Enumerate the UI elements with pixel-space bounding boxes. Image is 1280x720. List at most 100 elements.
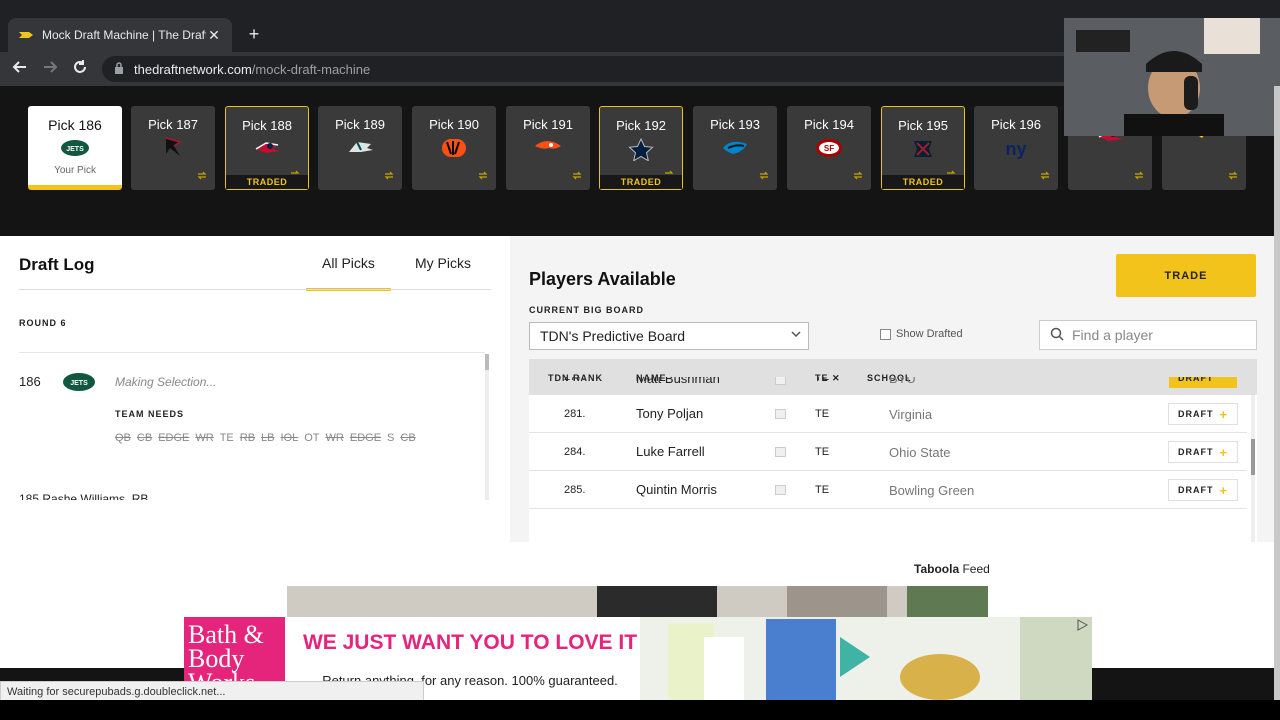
players-scrollbar[interactable] — [1251, 395, 1255, 542]
browser-status-bar: Waiting for securepubads.g.doubleclick.n… — [0, 681, 424, 701]
pick-number: 186 — [19, 374, 41, 389]
cowboys-logo-icon — [626, 137, 656, 162]
trade-swap-icon[interactable] — [1228, 171, 1238, 182]
trade-swap-icon[interactable] — [853, 171, 863, 182]
trade-swap-icon[interactable] — [572, 171, 582, 182]
pick-card[interactable]: Pick 196 ny — [974, 106, 1058, 190]
tab-my-picks[interactable]: My Picks — [415, 255, 471, 271]
team-need-chip: EDGE — [349, 432, 382, 444]
page-scrollbar[interactable] — [1274, 86, 1280, 700]
pick-card[interactable]: Pick 189 — [318, 106, 402, 190]
trade-swap-icon[interactable] — [197, 171, 207, 182]
pick-label: Pick 188 — [242, 118, 292, 133]
draft-label: DRAFT — [1177, 447, 1214, 457]
trade-swap-icon[interactable] — [759, 171, 769, 182]
team-need-chip: IOL — [280, 432, 299, 444]
search-placeholder: Find a player — [1072, 327, 1153, 343]
team-need-chip: WR — [325, 432, 344, 444]
pick-card[interactable]: Pick 192 TRADED — [599, 106, 683, 190]
pick-card[interactable]: Pick 191 — [506, 106, 590, 190]
team-need-chip: CB — [400, 432, 416, 444]
49ers-logo-icon: SF — [814, 136, 844, 160]
trade-swap-icon[interactable] — [1134, 171, 1144, 182]
adchoices-icon[interactable] — [1076, 619, 1089, 634]
pick-label: Pick 189 — [335, 117, 385, 132]
pick-label: Pick 186 — [48, 117, 102, 133]
new-tab-button[interactable]: + — [244, 24, 264, 44]
close-tab-icon[interactable]: ✕ — [206, 27, 222, 44]
chevron-down-icon — [790, 328, 802, 343]
forward-icon[interactable] — [40, 59, 60, 79]
ad-headline: WE JUST WANT YOU TO LOVE IT — [302, 631, 638, 654]
team-needs-list: QB CB EDGE WR TE RB LB IOL OT WR EDGE S CB — [115, 432, 487, 444]
address-bar[interactable]: thedraftnetwork.com/mock-draft-machine — [102, 56, 1102, 82]
draft-log-scrollbar[interactable] — [485, 354, 489, 500]
team-need-chip: RB — [239, 432, 256, 444]
pick-card[interactable]: Pick 188 TRADED — [225, 106, 309, 190]
team-need-chip: CB — [136, 432, 153, 444]
players-available-title: Players Available — [529, 269, 676, 289]
draft-player-button[interactable]: DRAFT + — [1168, 441, 1238, 463]
feed-word: Feed — [962, 562, 990, 576]
big-board-select[interactable]: TDN's Predictive Board — [529, 322, 809, 350]
trade-button[interactable]: TRADE — [1116, 254, 1256, 297]
pick-card[interactable]: Pick 195 TRADED — [881, 106, 965, 190]
back-icon[interactable] — [10, 59, 30, 79]
player-row[interactable]: 277. Matt Bushman TE BYU DRAFT + — [529, 377, 1247, 395]
player-row[interactable]: 281. Tony Poljan TE Virginia DRAFT + — [529, 395, 1247, 433]
trade-swap-icon[interactable] — [384, 171, 394, 182]
player-name[interactable]: Luke Farrell — [636, 444, 705, 459]
trade-swap-icon[interactable] — [478, 171, 488, 182]
draft-player-button[interactable]: DRAFT + — [1168, 377, 1238, 389]
pick-label: Pick 195 — [898, 118, 948, 133]
draft-label: DRAFT — [1177, 485, 1214, 495]
draft-log-panel: Draft Log All Picks My Picks ROUND 6 186… — [0, 236, 510, 542]
pick-card[interactable]: Pick 194 SF — [787, 106, 871, 190]
ad-product-image — [640, 617, 1092, 700]
reload-icon[interactable] — [70, 59, 90, 79]
pick-card[interactable]: Pick 187 — [131, 106, 215, 190]
pick-card-current[interactable]: Pick 186 JETS Your Pick — [28, 106, 122, 190]
trade-swap-icon[interactable] — [1040, 171, 1050, 182]
taboola-brand: Taboola — [914, 562, 960, 576]
panthers-logo-icon — [720, 136, 750, 160]
plus-icon: + — [1219, 377, 1229, 386]
scrollbar-thumb[interactable] — [1251, 439, 1255, 475]
draft-player-button[interactable]: DRAFT + — [1168, 479, 1238, 501]
player-row[interactable]: 284. Luke Farrell TE Ohio State DRAFT + — [529, 433, 1247, 471]
next-draft-log-row[interactable]: 185 Rashe Williams, RB — [19, 492, 489, 500]
team-need-chip: QB — [115, 432, 131, 444]
pick-label: Pick 193 — [710, 117, 760, 132]
making-selection-status: Making Selection... — [115, 375, 217, 389]
player-search-input[interactable]: Find a player — [1039, 320, 1257, 350]
pick-label: Pick 191 — [523, 117, 573, 132]
search-icon — [1050, 327, 1064, 344]
svg-text:SF: SF — [824, 144, 834, 153]
notes-icon — [775, 377, 786, 385]
taboola-feed-label[interactable]: Taboola Feed — [914, 562, 990, 576]
draft-player-button[interactable]: DRAFT + — [1168, 403, 1238, 425]
team-need-chip: LB — [261, 432, 275, 444]
falcons-logo-icon — [158, 136, 188, 160]
player-position: TE — [815, 484, 830, 496]
player-name[interactable]: Tony Poljan — [636, 406, 703, 421]
traded-badge: TRADED — [882, 175, 964, 189]
screen: Mock Draft Machine | The Draft N ✕ + the… — [0, 0, 1280, 720]
eagles-logo-icon — [345, 136, 375, 160]
pick-card[interactable]: Pick 190 — [412, 106, 496, 190]
pick-label: Pick 187 — [148, 117, 198, 132]
player-name[interactable]: Quintin Morris — [636, 482, 717, 497]
browser-tab[interactable]: Mock Draft Machine | The Draft N ✕ — [8, 18, 232, 52]
player-name[interactable]: Matt Bushman — [636, 377, 720, 386]
big-board-label: CURRENT BIG BOARD — [529, 305, 644, 315]
show-drafted-checkbox[interactable] — [880, 328, 891, 340]
broncos-logo-icon — [533, 136, 563, 160]
team-need-chip: OT — [304, 432, 320, 444]
tab-all-picks[interactable]: All Picks — [306, 255, 391, 291]
player-row[interactable]: 285. Quintin Morris TE Bowling Green DRAFT + — [529, 471, 1247, 509]
pick-card[interactable]: Pick 193 — [693, 106, 777, 190]
show-drafted-toggle[interactable]: Show Drafted — [880, 328, 963, 340]
scrollbar-thumb[interactable] — [485, 354, 489, 370]
pick-label: Pick 192 — [616, 118, 666, 133]
player-school: Bowling Green — [889, 483, 975, 498]
